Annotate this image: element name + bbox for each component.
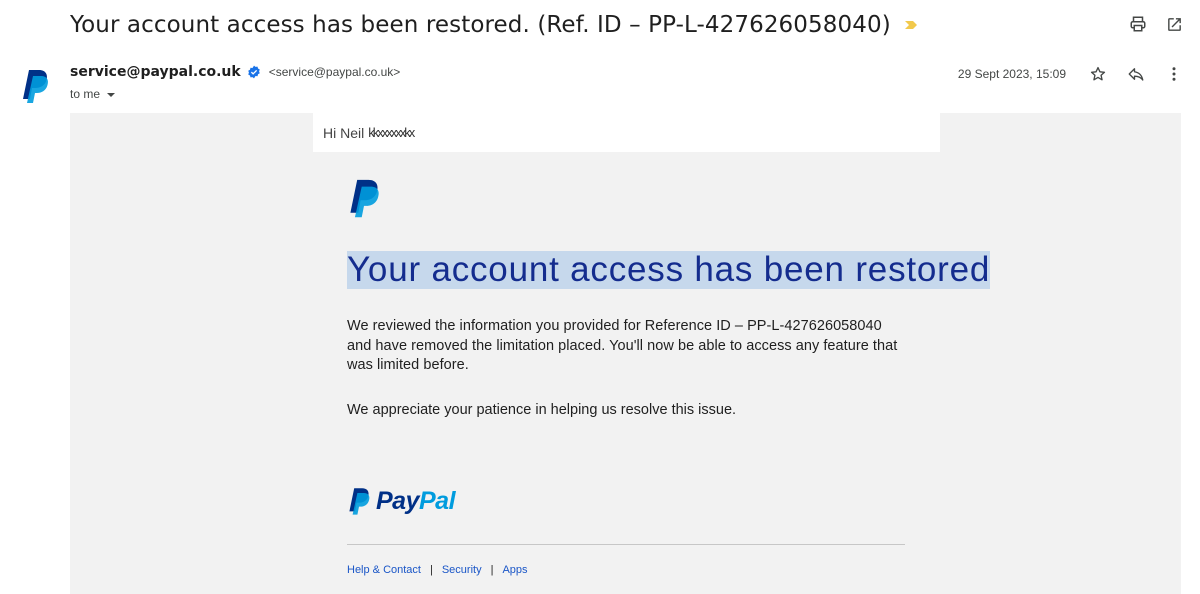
body-paragraph: We appreciate your patience in helping u…: [347, 401, 737, 418]
open-in-new-window-icon[interactable]: [1164, 14, 1184, 34]
chevron-down-icon[interactable]: [106, 89, 116, 99]
recipient-label: to me: [70, 87, 101, 101]
footer-separator: |: [429, 564, 433, 576]
reply-icon[interactable]: [1126, 64, 1146, 84]
redacted-surname: kkxxxxxxkx: [368, 125, 415, 140]
footer-divider: [347, 544, 905, 545]
greeting-text: Hi Neil: [323, 124, 365, 141]
importance-marker-icon[interactable]: [903, 18, 919, 32]
paypal-logo-icon: [350, 179, 379, 218]
email-subject: Your account access has been restored. (…: [70, 12, 891, 38]
paypal-p-icon: [23, 70, 48, 103]
sender-email: <service@paypal.co.uk>: [268, 65, 401, 79]
message-actions: 29 Sept 2023, 15:09: [958, 64, 1184, 84]
print-icon[interactable]: [1128, 14, 1148, 34]
greeting-box: Hi Neil kkxxxxxxkx: [313, 113, 940, 152]
paypal-p-icon: [349, 488, 370, 515]
email-body: Hi Neil kkxxxxxxkx Your account access h…: [70, 113, 1181, 594]
sender-line: service@paypal.co.uk <service@paypal.co.…: [70, 64, 400, 80]
footer-links: Help & Contact | Security | Apps: [347, 564, 528, 576]
body-paragraph: We reviewed the information you provided…: [347, 318, 898, 373]
recipient-line[interactable]: to me: [70, 87, 116, 101]
sender-name[interactable]: service@paypal.co.uk: [70, 64, 241, 80]
more-vert-icon[interactable]: [1164, 64, 1184, 84]
message-date: 29 Sept 2023, 15:09: [957, 67, 1066, 81]
footer-link-help-contact[interactable]: Help & Contact: [347, 564, 421, 576]
verified-badge-icon[interactable]: [247, 65, 261, 79]
footer-link-security[interactable]: Security: [442, 564, 482, 576]
top-actions: [1128, 14, 1184, 34]
star-icon[interactable]: [1088, 64, 1108, 84]
paypal-footer-logo: PayPal: [347, 486, 456, 516]
headline: Your account access has been restored: [347, 250, 991, 289]
paypal-wordmark: PayPal: [376, 486, 456, 515]
sender-avatar[interactable]: [20, 68, 50, 104]
email-content: Your account access has been restored We…: [347, 177, 991, 420]
footer-link-apps[interactable]: Apps: [502, 564, 527, 576]
email-subject-bar: Your account access has been restored. (…: [70, 8, 919, 42]
footer-separator: |: [490, 564, 494, 576]
